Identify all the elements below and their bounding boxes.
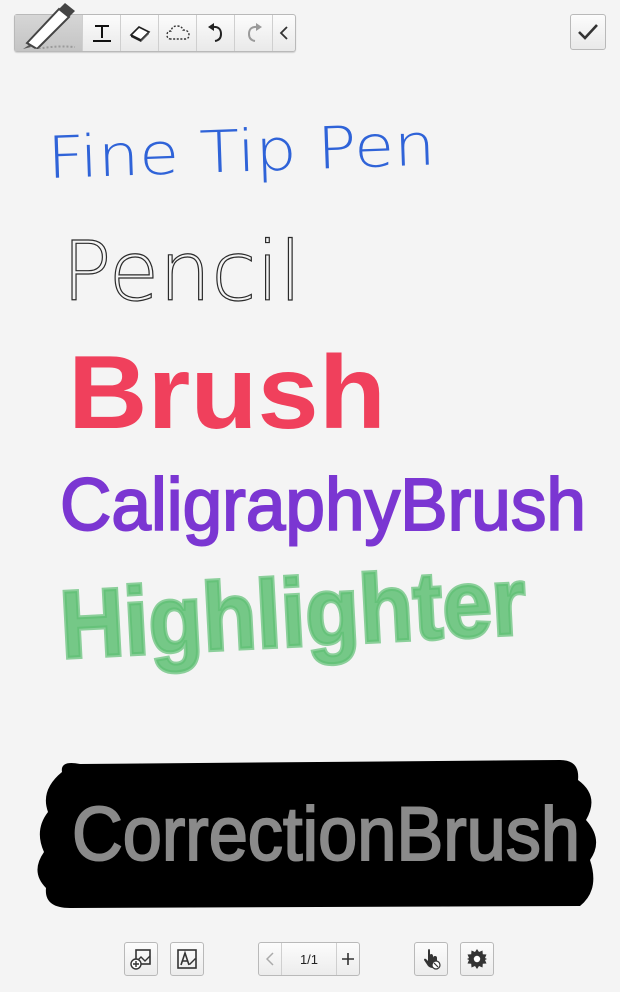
- undo-button[interactable]: [197, 15, 235, 51]
- lasso-cloud-icon: [165, 25, 190, 40]
- text-recognition-icon: [177, 949, 197, 969]
- eraser-tool-button[interactable]: [121, 15, 159, 51]
- tool-toolbar: [14, 3, 296, 52]
- redo-icon: [247, 23, 262, 42]
- redo-button[interactable]: [235, 15, 273, 51]
- insert-image-icon: [130, 949, 151, 970]
- chevron-left-icon: [266, 952, 274, 966]
- plus-icon: [342, 953, 354, 965]
- page-indicator: 1/1: [281, 943, 337, 975]
- stroke-pencil: Pencil: [62, 225, 302, 320]
- stroke-correction-brush: CorrectionBrush: [72, 792, 580, 877]
- previous-page-button[interactable]: [259, 943, 281, 975]
- pen-tool-button[interactable]: [15, 3, 83, 51]
- insert-image-button[interactable]: [124, 942, 158, 976]
- add-page-button[interactable]: [337, 943, 359, 975]
- stroke-caligraphy-brush: CaligraphyBrush: [60, 463, 586, 546]
- collapse-toolbar-button[interactable]: [273, 15, 295, 51]
- settings-button[interactable]: [460, 942, 494, 976]
- eraser-icon: [129, 26, 150, 42]
- stroke-brush: Brush: [68, 335, 386, 451]
- chevron-left-icon: [279, 26, 288, 40]
- text-tool-icon: [92, 25, 111, 42]
- page-navigator: 1/1: [258, 942, 360, 976]
- checkmark-icon: [578, 24, 598, 40]
- text-tool-button[interactable]: [83, 15, 121, 51]
- undo-icon: [207, 23, 222, 42]
- lasso-selection-tool-button[interactable]: [159, 15, 197, 51]
- stroke-highlighter: Highlighter: [57, 548, 528, 679]
- drawing-canvas[interactable]: Fine Tip Pen Pencil Brush CaligraphyBrus…: [0, 60, 620, 920]
- pen-icon: [23, 3, 76, 49]
- gear-icon: [467, 949, 487, 969]
- done-button[interactable]: [570, 14, 606, 50]
- stroke-fine-tip-pen: Fine Tip Pen: [46, 110, 436, 191]
- selection-mode-button[interactable]: [414, 942, 448, 976]
- hand-pointer-icon: [424, 949, 441, 970]
- text-recognition-button[interactable]: [170, 942, 204, 976]
